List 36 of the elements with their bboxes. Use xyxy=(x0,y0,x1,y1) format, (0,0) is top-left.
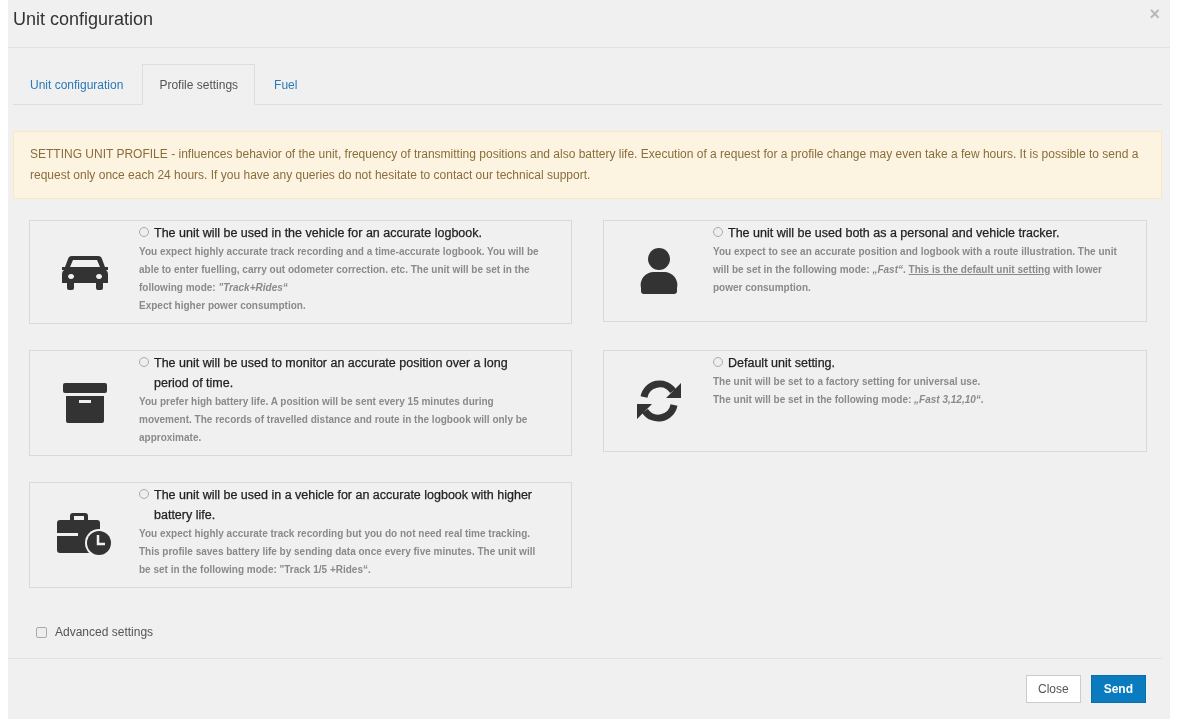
profile-description: You expect to see an accurate position and logbook with a route illustration. The unit will be set in the following mode: „Fast“. This is the default unit setting with lower power consumption. xyxy=(713,245,1118,295)
person-icon xyxy=(638,248,679,294)
profile-description: You expect highly accurate track recording and a time-accurate logbook. You will be able to enter fuelling, carry out odometer correction. etc. The unit will be set in the following mode: "Track+Rides“ xyxy=(139,245,540,295)
briefcase-clock-icon xyxy=(56,513,113,557)
radio-button[interactable] xyxy=(713,357,723,367)
close-button[interactable]: Close xyxy=(1025,675,1081,703)
radio-button[interactable] xyxy=(713,227,723,237)
tab[interactable]: Unit configuration xyxy=(13,64,141,105)
profile-description: You prefer high battery life. A position will be sent every 15 minutes during movement. The records of travelled distance and route in the logbook will only be approximate. xyxy=(139,395,529,445)
car-icon xyxy=(61,254,108,290)
checkbox-label[interactable]: Advanced settings xyxy=(55,625,154,639)
warning-message: SETTING UNIT PROFILE - influences behavior of the unit, frequency of transmitting positions and also battery life. Execution of a request for a profile change may even take a few hours. It is possible to send a request only once each 24 hours. If you have any queries do not hesitate to contact our technical support. xyxy=(13,131,1162,199)
tab[interactable]: Fuel xyxy=(257,64,315,105)
profile-description: The unit will be set in the following mode: „Fast 3,12,10“. xyxy=(713,393,985,407)
send-button[interactable]: Send xyxy=(1090,675,1146,703)
profile-title: The unit will be used both as a personal and vehicle tracker. xyxy=(728,225,1061,242)
radio-button[interactable] xyxy=(139,489,149,499)
profile-description: Expect higher power consumption. xyxy=(139,299,307,313)
sync-icon xyxy=(636,379,681,423)
profile-card[interactable] xyxy=(29,220,572,324)
window-title: Unit configuration xyxy=(13,9,154,30)
profile-card[interactable] xyxy=(29,482,572,588)
profile-title: Default unit setting. xyxy=(728,355,836,372)
profile-description: The unit will be set to a factory setting for universal use. xyxy=(713,375,982,389)
profile-card[interactable]: Default unit setting. The unit will be set to a factory setting for universal use. The unit will be set in the following mode: „Fast 3,12,10“. xyxy=(603,350,1147,452)
radio-button[interactable] xyxy=(139,227,149,237)
profile-title: The unit will be used in the vehicle for an accurate logbook. xyxy=(154,225,483,242)
profile-title: The unit will be used in a vehicle for an accurate logbook with higher battery life. xyxy=(154,487,533,524)
tab[interactable]: Profile settings xyxy=(142,64,256,105)
profile-title: The unit will be used to monitor an accurate position over a long period of time. xyxy=(154,355,509,392)
profile-card[interactable] xyxy=(603,220,1147,322)
radio-button[interactable] xyxy=(139,357,149,367)
checkbox[interactable] xyxy=(36,626,47,638)
archive-box-icon xyxy=(62,383,107,423)
profile-description: You expect highly accurate track recording but you do not need real time tracking. This profile saves battery life by sending data once every five minutes. The unit will be set in the following mode: "Track 1/5 +Rides“. xyxy=(139,527,537,577)
profile-card[interactable] xyxy=(29,350,572,456)
